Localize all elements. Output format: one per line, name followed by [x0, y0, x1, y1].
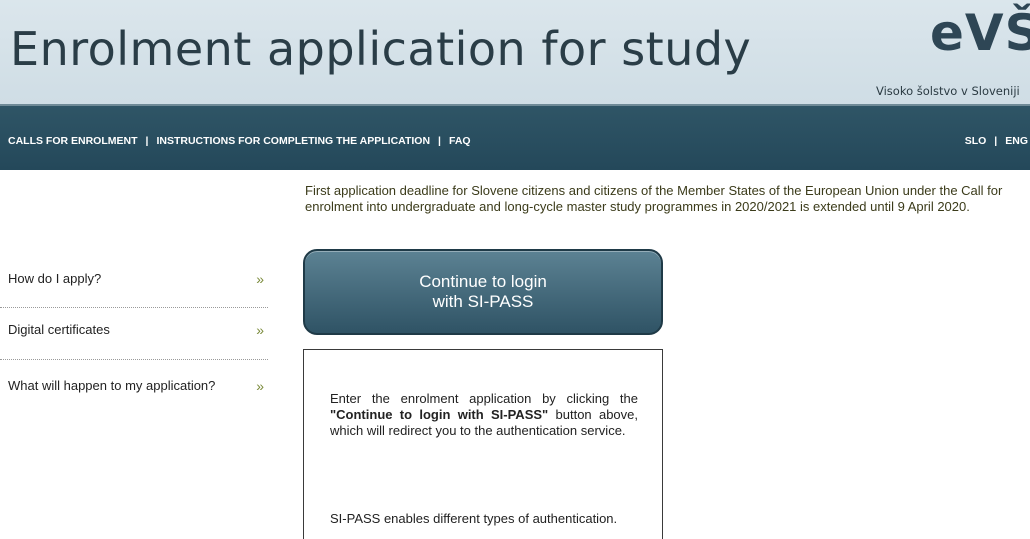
sidebar-item-how-do-i-apply[interactable]: How do I apply? »: [0, 256, 268, 308]
info-box: Enter the enrolment application by click…: [303, 349, 663, 539]
lang-slo[interactable]: SLO: [965, 135, 987, 147]
sidebar-item-label: How do I apply?: [8, 271, 102, 286]
nav-instructions[interactable]: INSTRUCTIONS FOR COMPLETING THE APPLICAT…: [156, 135, 430, 147]
chevron-right-icon: »: [256, 271, 264, 287]
info-si-pass: SI-PASS enables different types of authe…: [330, 511, 618, 526]
language-switcher: SLO | ENG: [965, 135, 1028, 147]
sidebar: How do I apply? » Digital certificates »…: [0, 256, 268, 420]
nav-separator: |: [145, 135, 149, 147]
chevron-right-icon: »: [256, 322, 264, 338]
nav-faq[interactable]: FAQ: [449, 135, 471, 147]
sidebar-item-label: What will happen to my application?: [8, 378, 216, 393]
nav-separator: |: [438, 135, 441, 147]
sidebar-item-digital-certificates[interactable]: Digital certificates »: [0, 308, 268, 360]
header-banner: Enrolment application for study eVŠ Viso…: [0, 0, 1030, 104]
nav-calls-for-enrolment[interactable]: CALLS FOR ENROLMENT: [8, 135, 138, 147]
login-button-line2: with SI-PASS: [432, 292, 534, 311]
info-text-bold: "Continue to login with SI-PASS": [330, 407, 549, 422]
info-text-start: Enter the enrolment application by click…: [330, 391, 638, 406]
chevron-right-icon: »: [256, 378, 264, 394]
nav-links: CALLS FOR ENROLMENT | INSTRUCTIONS FOR C…: [8, 135, 471, 147]
sidebar-item-label: Digital certificates: [8, 322, 110, 337]
deadline-notice: First application deadline for Slovene c…: [305, 183, 1003, 214]
info-instructions: Enter the enrolment application by click…: [330, 391, 638, 439]
login-button-line1: Continue to login: [419, 272, 547, 291]
evs-logo[interactable]: eVŠ: [930, 8, 1030, 58]
continue-to-login-button[interactable]: Continue to login with SI-PASS: [303, 249, 663, 335]
sidebar-item-what-will-happen[interactable]: What will happen to my application? »: [0, 360, 268, 420]
main-nav: CALLS FOR ENROLMENT | INSTRUCTIONS FOR C…: [0, 104, 1030, 170]
page-title: Enrolment application for study: [10, 22, 752, 76]
nav-separator: |: [994, 135, 998, 147]
lang-eng[interactable]: ENG: [1005, 135, 1028, 147]
logo-subtitle: Visoko šolstvo v Sloveniji: [876, 84, 1020, 98]
